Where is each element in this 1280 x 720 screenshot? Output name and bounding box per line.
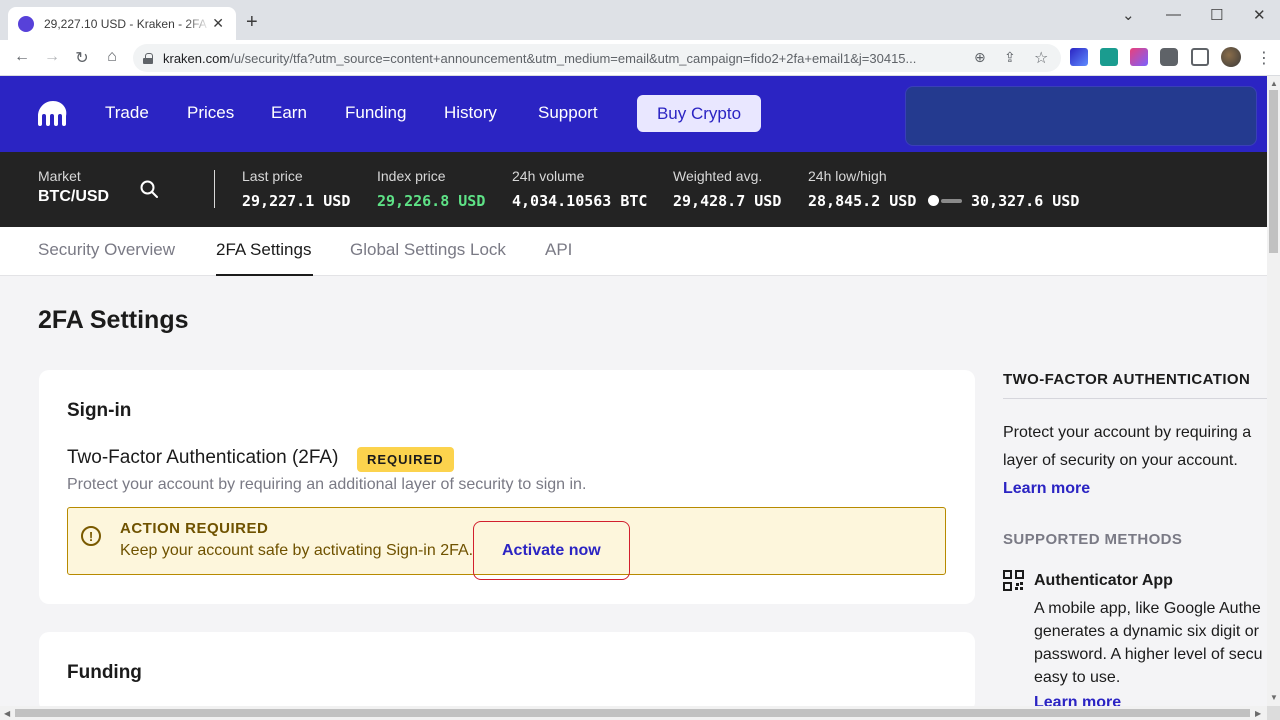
nav-history[interactable]: History	[444, 103, 497, 123]
tab-2fa-settings[interactable]: 2FA Settings	[216, 240, 311, 260]
range-indicator-bar	[941, 199, 962, 203]
supported-methods-label: SUPPORTED METHODS	[1003, 531, 1183, 548]
nav-earn[interactable]: Earn	[271, 103, 307, 123]
scroll-right-arrow-icon[interactable]: ▶	[1255, 709, 1261, 718]
lock-icon	[143, 52, 153, 64]
tab-security-overview[interactable]: Security Overview	[38, 240, 175, 260]
scroll-up-arrow-icon[interactable]: ▲	[1270, 79, 1278, 88]
close-tab-icon[interactable]: ✕	[210, 15, 226, 32]
low-value: 28,845.2 USD	[808, 192, 917, 210]
market-label: Market	[38, 168, 81, 184]
maximize-icon[interactable]: ☐	[1210, 6, 1223, 24]
required-badge: REQUIRED	[357, 447, 454, 472]
method-learn-more-link[interactable]: Learn more	[1034, 694, 1121, 706]
tfa-title: Two-Factor Authentication (2FA)	[67, 447, 339, 468]
forward-icon[interactable]: →	[42, 48, 62, 66]
extensions-puzzle-icon[interactable]	[1160, 48, 1178, 66]
method-desc-line4: easy to use.	[1034, 669, 1121, 686]
tab-api[interactable]: API	[545, 240, 572, 260]
market-ticker	[0, 152, 1267, 227]
address-bar[interactable]: kraken.com/u/security/tfa?utm_source=con…	[133, 44, 1061, 72]
profile-avatar[interactable]	[1221, 47, 1241, 67]
nav-trade[interactable]: Trade	[105, 103, 149, 123]
tab-search-icon[interactable]: ⌄	[1122, 6, 1135, 24]
browser-tab[interactable]: 29,227.10 USD - Kraken - 2FA Settings ✕	[8, 7, 236, 40]
minimize-icon[interactable]: —	[1166, 6, 1181, 23]
vertical-scroll-thumb[interactable]	[1269, 90, 1278, 253]
weighted-avg-label: Weighted avg.	[673, 168, 763, 184]
side-panel-icon[interactable]	[1191, 48, 1209, 66]
side-info-panel: TWO-FACTOR AUTHENTICATION Protect your a…	[1000, 360, 1267, 706]
horizontal-scroll-thumb[interactable]	[15, 709, 1250, 717]
scroll-down-arrow-icon[interactable]: ▼	[1270, 693, 1278, 702]
high-value: 30,327.6 USD	[971, 192, 1080, 210]
index-price-label: Index price	[377, 168, 446, 184]
extension-layers-icon[interactable]	[1070, 48, 1088, 66]
zoom-icon[interactable]: ⊕	[974, 49, 986, 66]
window-close-icon[interactable]: ✕	[1253, 6, 1266, 24]
funding-card	[39, 632, 975, 712]
last-price-label: Last price	[242, 168, 303, 184]
index-price-value: 29,226.8 USD	[377, 192, 486, 210]
back-icon[interactable]: ←	[12, 48, 32, 66]
funding-heading: Funding	[67, 662, 142, 683]
url-text: kraken.com/u/security/tfa?utm_source=con…	[163, 50, 917, 66]
side-title: TWO-FACTOR AUTHENTICATION	[1003, 371, 1251, 388]
reload-icon[interactable]: ↻	[72, 48, 92, 68]
method-authenticator-app: Authenticator App	[1034, 572, 1173, 589]
scrollbar-corner	[1267, 706, 1280, 720]
search-icon[interactable]	[140, 180, 158, 198]
buy-crypto-button[interactable]: Buy Crypto	[637, 95, 761, 132]
ticker-divider	[214, 170, 215, 208]
low-high-label: 24h low/high	[808, 168, 887, 184]
method-desc-line1: A mobile app, like Google Authe	[1034, 600, 1261, 617]
browser-menu-icon[interactable]: ⋮	[1256, 48, 1272, 68]
tab-title: 29,227.10 USD - Kraken - 2FA Settings	[44, 16, 210, 31]
side-divider	[1003, 398, 1267, 399]
kraken-favicon-icon	[18, 15, 34, 32]
volume-value: 4,034.10563 BTC	[512, 192, 648, 210]
range-indicator-dot	[928, 195, 939, 206]
account-panel[interactable]	[905, 86, 1257, 146]
tab-global-settings-lock[interactable]: Global Settings Lock	[350, 240, 506, 260]
alert-title: ACTION REQUIRED	[120, 520, 269, 537]
volume-label: 24h volume	[512, 168, 585, 184]
side-desc-line1: Protect your account by requiring a	[1003, 424, 1252, 441]
home-icon[interactable]: ⌂	[102, 48, 122, 66]
method-desc-line3: password. A higher level of secu	[1034, 646, 1263, 663]
alert-exclamation-icon: !	[81, 526, 101, 546]
last-price-value: 29,227.1 USD	[242, 192, 351, 210]
kraken-logo-icon[interactable]	[38, 101, 68, 126]
side-desc-line2: layer of security on your account.	[1003, 452, 1238, 469]
tfa-description: Protect your account by requiring an add…	[67, 476, 587, 493]
page-title: 2FA Settings	[38, 306, 189, 334]
side-learn-more-link[interactable]: Learn more	[1003, 480, 1090, 498]
extension-n-icon[interactable]	[1100, 48, 1118, 66]
nav-prices[interactable]: Prices	[187, 103, 234, 123]
security-subtabs	[0, 227, 1267, 276]
annotation-highlight-box	[473, 521, 630, 580]
alert-text: Keep your account safe by activating Sig…	[120, 542, 474, 559]
new-tab-icon[interactable]: +	[246, 12, 258, 32]
scroll-left-arrow-icon[interactable]: ◀	[4, 709, 10, 718]
method-desc-line2: generates a dynamic six digit or	[1034, 623, 1259, 640]
bookmark-star-icon[interactable]: ☆	[1034, 48, 1048, 68]
share-icon[interactable]: ⇪	[1004, 49, 1016, 66]
nav-support[interactable]: Support	[538, 103, 598, 123]
market-pair[interactable]: BTC/USD	[38, 188, 109, 206]
extension-color-icon[interactable]	[1130, 48, 1148, 66]
qr-code-icon	[1003, 570, 1024, 591]
weighted-avg-value: 29,428.7 USD	[673, 192, 782, 210]
nav-funding[interactable]: Funding	[345, 103, 406, 123]
signin-heading: Sign-in	[67, 400, 132, 421]
